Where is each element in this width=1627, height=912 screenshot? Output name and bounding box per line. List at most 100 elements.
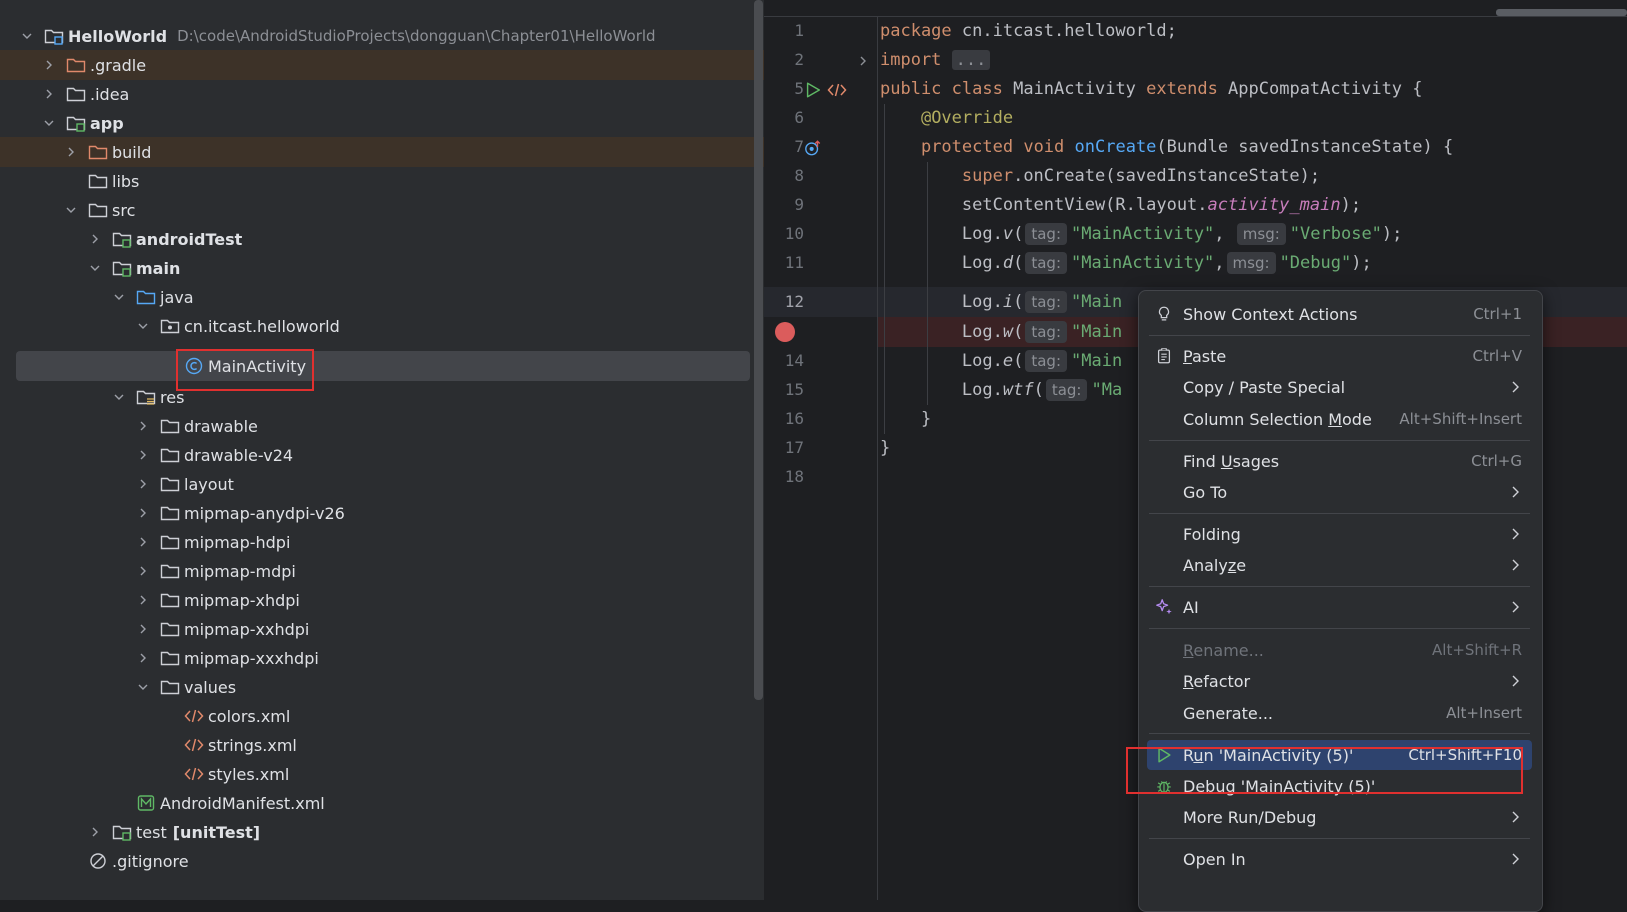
tree-item-libs[interactable]: libs: [0, 166, 764, 196]
chevron-right-icon[interactable]: [136, 564, 150, 578]
tree-item-drawable[interactable]: drawable: [0, 411, 764, 441]
menu-item-rename[interactable]: Rename... Alt+Shift+R: [1147, 635, 1532, 665]
chevron-right-icon[interactable]: [88, 825, 102, 839]
folder-icon: [66, 85, 86, 103]
chevron-right-icon[interactable]: [88, 232, 102, 246]
tree-item-styles-xml[interactable]: styles.xml: [0, 759, 764, 789]
line-number: 8: [794, 166, 804, 185]
xml-file-icon: [184, 765, 204, 783]
menu-item-paste[interactable]: Paste Ctrl+V: [1147, 341, 1532, 371]
tree-item-main[interactable]: main: [0, 253, 764, 283]
line-number: 2: [794, 50, 804, 69]
menu-item-find-usages[interactable]: Find Usages Ctrl+G: [1147, 446, 1532, 476]
chevron-right-icon: [1512, 811, 1519, 823]
folder-icon: [160, 562, 180, 580]
chevron-right-icon[interactable]: [136, 593, 150, 607]
tree-item-src[interactable]: src: [0, 195, 764, 225]
code-line-6: @Override: [920, 108, 1014, 128]
chevron-right-icon[interactable]: [136, 448, 150, 462]
chevron-down-icon[interactable]: [112, 290, 126, 304]
tree-item-androidtest[interactable]: androidTest: [0, 224, 764, 254]
module-folder-icon: [112, 259, 132, 277]
tree-item-mainactivity[interactable]: MainActivity: [0, 351, 764, 381]
chevron-right-icon[interactable]: [64, 145, 78, 159]
source-folder-icon: [136, 288, 156, 306]
chevron-right-icon[interactable]: [136, 535, 150, 549]
chevron-right-icon[interactable]: [136, 477, 150, 491]
menu-item-copy-paste-special[interactable]: Copy / Paste Special: [1147, 372, 1532, 402]
tree-item-test[interactable]: test [unitTest]: [0, 817, 764, 847]
chevron-right-icon: [1512, 528, 1519, 540]
menu-item-open-in[interactable]: Open In: [1147, 844, 1532, 874]
tree-item-layout[interactable]: layout: [0, 469, 764, 499]
folder-excluded-icon: [88, 143, 108, 161]
tree-item-strings-xml[interactable]: strings.xml: [0, 730, 764, 760]
menu-item-ai[interactable]: AI: [1147, 592, 1532, 622]
code-line-12: Log.i(tag: "Main: [961, 291, 1123, 313]
chevron-down-icon[interactable]: [88, 261, 102, 275]
chevron-right-icon[interactable]: [136, 651, 150, 665]
tree-item-idea[interactable]: .idea: [0, 79, 764, 109]
code-line-14: Log.e(tag: "Main: [961, 350, 1123, 372]
chevron-down-icon[interactable]: [20, 29, 34, 43]
override-method-icon[interactable]: [802, 137, 824, 159]
menu-item-more-run-debug[interactable]: More Run/Debug: [1147, 802, 1532, 832]
tree-item-mipmap-xhdpi[interactable]: mipmap-xhdpi: [0, 585, 764, 615]
menu-separator: [1149, 586, 1530, 587]
fold-chevron-icon[interactable]: [852, 50, 874, 72]
chevron-down-icon[interactable]: [136, 319, 150, 333]
chevron-right-icon[interactable]: [136, 506, 150, 520]
menu-item-folding[interactable]: Folding: [1147, 519, 1532, 549]
xml-file-icon: [184, 707, 204, 725]
tree-item-values[interactable]: values: [0, 672, 764, 702]
line-number: 11: [784, 253, 804, 272]
tree-item-build[interactable]: build: [0, 137, 764, 167]
module-folder-icon: [44, 27, 64, 45]
tree-item-gitignore[interactable]: .gitignore: [0, 846, 764, 876]
tree-scrollbar[interactable]: [754, 0, 763, 700]
tree-item-colors-xml[interactable]: colors.xml: [0, 701, 764, 731]
chevron-down-icon[interactable]: [64, 203, 78, 217]
editor-horizontal-scrollbar[interactable]: [1496, 9, 1627, 16]
chevron-right-icon[interactable]: [136, 622, 150, 636]
chevron-right-icon[interactable]: [42, 87, 56, 101]
menu-item-show-context-actions[interactable]: Show Context Actions Ctrl+1: [1147, 299, 1532, 329]
chevron-down-icon[interactable]: [136, 680, 150, 694]
chevron-right-icon[interactable]: [136, 419, 150, 433]
layout-xml-gutter-icon[interactable]: [826, 79, 848, 101]
chevron-right-icon[interactable]: [42, 58, 56, 72]
menu-item-generate[interactable]: Generate... Alt+Insert: [1147, 698, 1532, 728]
folder-icon: [160, 678, 180, 696]
tree-item-package[interactable]: cn.itcast.helloworld: [0, 311, 764, 341]
chevron-down-icon[interactable]: [42, 116, 56, 130]
tree-item-mipmap-mdpi[interactable]: mipmap-mdpi: [0, 556, 764, 586]
editor-context-menu: Show Context Actions Ctrl+1 Paste Ctrl+V…: [1138, 290, 1543, 912]
tree-item-java[interactable]: java: [0, 282, 764, 312]
tree-item-mipmap-anydpi-v26[interactable]: mipmap-anydpi-v26: [0, 498, 764, 528]
code-line-13: Log.w(tag: "Main: [961, 321, 1123, 343]
ai-sparkle-icon: [1153, 596, 1175, 618]
tree-item-drawable-v24[interactable]: drawable-v24: [0, 440, 764, 470]
line-number: 10: [784, 224, 804, 243]
folder-icon: [88, 172, 108, 190]
tree-item-mipmap-xxhdpi[interactable]: mipmap-xxhdpi: [0, 614, 764, 644]
folder-excluded-icon: [66, 56, 86, 74]
tree-item-androidmanifest[interactable]: AndroidManifest.xml: [0, 788, 764, 818]
code-line-17: }: [880, 438, 891, 458]
chevron-down-icon[interactable]: [112, 390, 126, 404]
menu-item-go-to[interactable]: Go To: [1147, 477, 1532, 507]
tree-item-gradle[interactable]: .gradle: [0, 50, 764, 80]
tree-item-app[interactable]: app: [0, 108, 764, 138]
module-folder-icon: [66, 114, 86, 132]
tree-item-res[interactable]: res: [0, 382, 764, 412]
breakpoint-icon[interactable]: [775, 322, 795, 342]
menu-item-column-selection-mode[interactable]: Column Selection Mode Alt+Shift+Insert: [1147, 404, 1532, 434]
menu-item-analyze[interactable]: Analyze: [1147, 550, 1532, 580]
run-gutter-icon[interactable]: [802, 79, 824, 101]
tree-item-mipmap-hdpi[interactable]: mipmap-hdpi: [0, 527, 764, 557]
folder-icon: [160, 591, 180, 609]
tree-item-mipmap-xxxhdpi[interactable]: mipmap-xxxhdpi: [0, 643, 764, 673]
clipboard-icon: [1153, 345, 1175, 367]
menu-item-refactor[interactable]: Refactor: [1147, 666, 1532, 696]
tree-item-helloworld[interactable]: HelloWorld D:\code\AndroidStudioProjects…: [0, 21, 764, 51]
